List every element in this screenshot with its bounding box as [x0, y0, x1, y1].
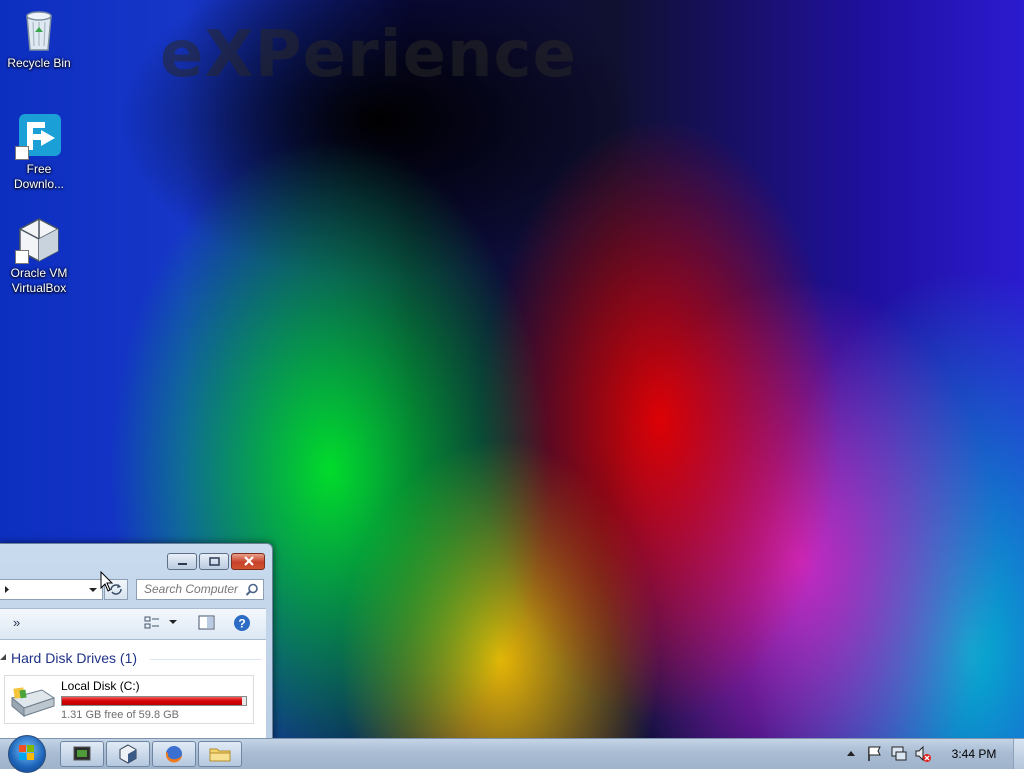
computer-explorer-window[interactable]: Search Computer » ? Hard Disk Drives (1)… — [0, 543, 273, 738]
chevron-down-icon — [89, 588, 97, 592]
change-view-icon[interactable] — [144, 614, 184, 634]
breadcrumb-arrow-icon — [5, 586, 9, 593]
drive-name: Local Disk (C:) — [61, 679, 140, 693]
taskbar-clock[interactable]: 3:44 PM — [940, 747, 1008, 761]
preview-pane-icon[interactable] — [198, 615, 216, 633]
desktop: eXPerience Recycle Bin Free Downlo... Or… — [0, 0, 1024, 738]
taskbar-firefox[interactable] — [152, 741, 196, 767]
wallpaper-watermark: eXPerience — [160, 18, 577, 92]
address-bar[interactable] — [0, 579, 103, 600]
drive-tile-local-disk-c[interactable]: Local Disk (C:) 1.31 GB free of 59.8 GB — [4, 675, 254, 724]
maximize-button[interactable] — [199, 553, 229, 570]
firefox-icon — [165, 746, 182, 763]
search-icon — [245, 583, 258, 596]
help-icon[interactable]: ? — [233, 614, 253, 634]
mouse-cursor-icon — [100, 571, 114, 592]
media-player-icon — [73, 746, 91, 761]
virtualbox-icon — [119, 744, 137, 764]
minimize-icon — [178, 563, 187, 565]
shortcut-arrow-icon — [15, 250, 29, 264]
system-tray — [843, 739, 933, 769]
explorer-content: Hard Disk Drives (1) Local Disk (C:) 1.3… — [0, 640, 266, 738]
search-placeholder: Search Computer — [144, 582, 239, 596]
desktop-icon-label: Free Downlo... — [13, 162, 65, 191]
show-hidden-icons-arrow-icon[interactable] — [847, 751, 855, 756]
drive-usage-bar — [61, 696, 247, 706]
group-header-hard-disk-drives[interactable]: Hard Disk Drives (1) — [11, 650, 137, 666]
start-button[interactable] — [8, 735, 46, 773]
close-button[interactable] — [231, 553, 265, 570]
desktop-icon-recycle-bin[interactable]: Recycle Bin — [4, 6, 74, 71]
chevron-down-icon — [169, 620, 177, 624]
collapse-group-icon[interactable] — [0, 654, 8, 662]
volume-muted-icon[interactable] — [915, 745, 931, 762]
taskbar-media-player[interactable] — [60, 741, 104, 767]
toolbar-overflow-button[interactable]: » — [13, 615, 20, 630]
drive-usage-fill — [62, 697, 242, 705]
taskbar-virtualbox[interactable] — [106, 741, 150, 767]
show-desktop-button[interactable] — [1013, 739, 1024, 769]
taskbar-windows-explorer[interactable] — [198, 741, 242, 767]
hard-drive-icon — [10, 687, 56, 718]
svg-text:?: ? — [238, 617, 245, 631]
search-input[interactable]: Search Computer — [136, 579, 264, 600]
windows-logo-icon — [19, 745, 34, 760]
free-download-manager-icon — [15, 112, 63, 160]
recycle-bin-icon — [15, 6, 63, 54]
windows-explorer-icon — [209, 748, 231, 762]
action-center-flag-icon[interactable] — [868, 746, 881, 761]
minimize-button[interactable] — [167, 553, 197, 570]
desktop-icon-virtualbox[interactable]: Oracle VM VirtualBox — [4, 216, 74, 296]
close-icon — [244, 556, 254, 566]
drive-free-space: 1.31 GB free of 59.8 GB — [61, 709, 180, 721]
desktop-icon-label: Oracle VM VirtualBox — [10, 266, 68, 295]
desktop-icon-free-download-manager[interactable]: Free Downlo... — [4, 112, 74, 192]
restore-icon — [209, 557, 220, 566]
shortcut-arrow-icon — [15, 146, 29, 160]
command-bar: » ? — [0, 608, 266, 640]
group-divider — [150, 659, 262, 660]
virtualbox-icon — [15, 216, 63, 264]
desktop-icon-label: Recycle Bin — [7, 56, 71, 70]
network-icon[interactable] — [891, 746, 907, 761]
taskbar: 3:44 PM — [0, 735, 1024, 773]
